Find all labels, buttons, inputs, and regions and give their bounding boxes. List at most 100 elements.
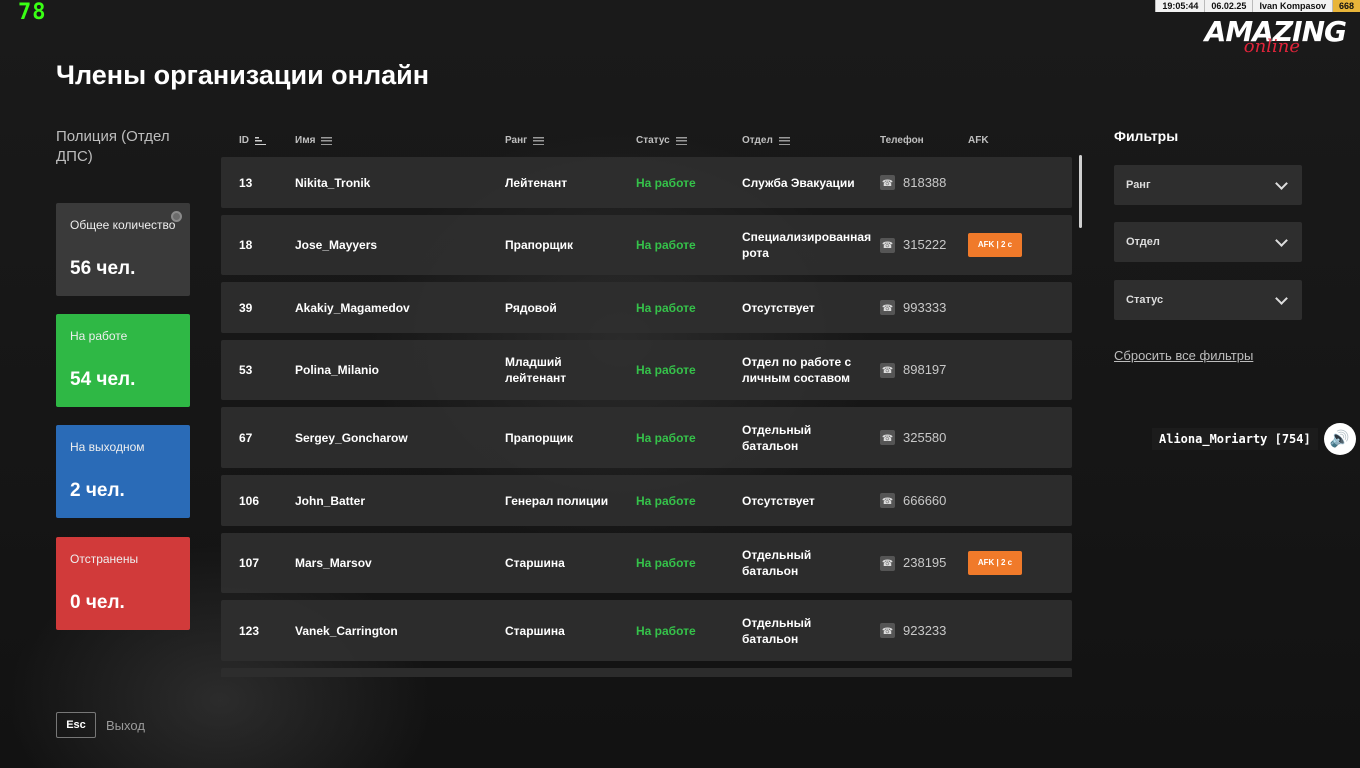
stat-card-working[interactable]: На работе 54 чел. [56,314,190,407]
table-row[interactable]: 123 Vanek_Carrington Старшина На работе Отде… [221,600,1072,661]
stat-off-value: 2 чел. [70,480,125,501]
cell-status: На работе [636,300,696,315]
cell-rank: Прапорщик [505,238,574,252]
cell-name: Sergey_Goncharow [295,430,408,445]
cell-phone: ☎ 993333 [880,300,946,316]
chevron-down-icon [1275,233,1288,247]
hud-player-name: Ivan Kompasov [1252,0,1332,12]
organization-name: Полиция (Отдел ДПС) [56,128,170,165]
phone-icon: ☎ [880,362,895,378]
table-row[interactable] [221,668,1072,677]
fps-counter: 78 [18,0,47,25]
filter-status-select[interactable]: Статус [1114,280,1302,320]
cell-dept: Отсутствует [742,493,815,508]
top-hud-bar: 19:05:44 06.02.25 Ivan Kompasov 668 [1155,0,1360,12]
column-menu-icon [778,136,790,145]
header-name[interactable]: Имя [295,135,333,146]
cell-status: На работе [636,430,696,445]
filter-dept-select[interactable]: Отдел [1114,222,1302,262]
cell-status: На работе [636,493,696,508]
cell-dept: Специализированная рота [742,230,872,260]
cell-status: На работе [636,238,696,252]
cell-rank: Старшина [505,623,565,638]
table-row[interactable]: 13 Nikita_Tronik Лейтенант На работе Служба … [221,157,1072,208]
stat-off-label: На выходном [70,440,145,454]
exit-control[interactable]: Esc Выход [56,712,145,738]
filter-status-label: Статус [1126,294,1164,306]
column-menu-icon [321,136,333,145]
cell-id: 106 [239,493,260,508]
sort-icon [255,136,266,145]
radio-dot-icon [171,211,182,222]
filter-rank-select[interactable]: Ранг [1114,165,1302,205]
header-status[interactable]: Статус [636,135,687,146]
cell-phone: ☎ 325580 [880,430,946,446]
header-id[interactable]: ID [239,135,266,146]
stat-card-off-duty[interactable]: На выходном 2 чел. [56,425,190,518]
cell-name: Akakiy_Magamedov [295,300,410,315]
phone-number: 325580 [903,429,947,445]
filters-title: Фильтры [1114,128,1179,144]
filter-rank-label: Ранг [1126,179,1151,191]
header-dept[interactable]: Отдел [742,135,790,146]
table-scrollbar[interactable] [1079,155,1082,228]
cell-dept: Отдельный батальон [742,548,812,578]
stat-card-suspended[interactable]: Отстранены 0 чел. [56,537,190,630]
cell-rank: Лейтенант [505,175,568,190]
phone-number: 923233 [903,622,947,638]
header-afk-label: AFK [968,135,989,146]
chevron-down-icon [1275,291,1288,305]
cell-id: 123 [239,623,260,638]
cell-rank: Прапорщик [505,430,574,445]
cell-dept: Отдельный батальон [742,615,812,646]
table-row[interactable]: 67 Sergey_Goncharow Прапорщик На работе Отде… [221,407,1072,468]
cell-rank: Рядовой [505,300,557,315]
cell-name: Polina_Milanio [295,363,380,377]
stat-total-label: Общее количество [70,218,176,232]
table-row[interactable]: 106 John_Batter Генерал полиции На работе От… [221,475,1072,526]
cell-id: 13 [239,175,253,190]
phone-icon: ☎ [880,555,895,571]
cell-dept: Служба Эвакуации [742,175,855,190]
phone-icon: ☎ [880,493,895,508]
speaker-icon: 🔊 [1323,423,1356,455]
table-row[interactable]: 107 Mars_Marsov Старшина На работе Отдельный… [221,533,1072,593]
phone-number: 238195 [903,555,947,570]
afk-badge: AFK | 2 с [968,551,1022,575]
hud-time: 19:05:44 [1155,0,1205,12]
esc-key[interactable]: Esc [56,712,96,738]
phone-number: 315222 [903,237,947,252]
header-rank-label: Ранг [505,135,528,146]
cell-status: На работе [636,556,696,570]
header-rank[interactable]: Ранг [505,135,545,146]
cell-name: Vanek_Carrington [295,623,398,638]
hud-date: 06.02.25 [1204,0,1253,12]
members-table-body[interactable]: 13 Nikita_Tronik Лейтенант На работе Служба … [221,157,1072,677]
table-row[interactable]: 53 Polina_Milanio Младший лейтенант На рабо… [221,340,1072,400]
phone-icon: ☎ [880,430,895,445]
reset-filters-link[interactable]: Сбросить все фильтры [1114,348,1253,363]
phone-number: 666660 [903,492,947,508]
header-phone-label: Телефон [880,135,924,146]
hud-level: 668 [1331,0,1360,12]
cell-phone: ☎ 898197 [880,362,946,378]
cell-rank: Младший лейтенант [505,355,567,385]
cell-id: 18 [239,238,253,252]
cell-dept: Отсутствует [742,300,815,315]
cell-phone: ☎ 923233 [880,623,946,639]
stat-card-total[interactable]: Общее количество 56 чел. [56,203,190,296]
stat-suspended-value: 0 чел. [70,592,125,613]
phone-icon: ☎ [880,175,895,190]
cell-phone: ☎ 818388 [880,175,946,191]
header-phone: Телефон [880,135,924,146]
header-afk: AFK [968,135,989,146]
column-menu-icon [675,136,687,145]
table-row[interactable]: 18 Jose_Mayyers Прапорщик На работе Специали… [221,215,1072,275]
stat-working-label: На работе [70,329,128,343]
cell-name: Mars_Marsov [295,556,372,570]
cell-name: John_Batter [295,493,366,508]
phone-icon: ☎ [880,623,895,638]
phone-number: 993333 [903,299,947,315]
cell-name: Nikita_Tronik [295,175,371,190]
table-row[interactable]: 39 Akakiy_Magamedov Рядовой На работе Отсутс… [221,282,1072,333]
